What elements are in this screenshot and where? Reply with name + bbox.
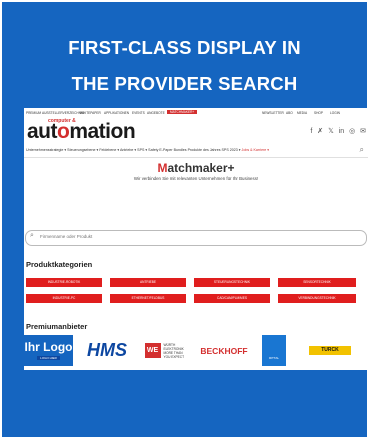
category-navigation: Unternehmensstrategie ▾ Steuerungsebene … xyxy=(26,148,269,152)
website-screenshot: PREMIUM AUSSTELLERVERZEICHNIS WHITEPAPER… xyxy=(24,108,368,370)
top-nav-newsletter[interactable]: NEWSLETTER xyxy=(262,111,284,115)
category-button[interactable]: INDUSTRIE-PC xyxy=(26,294,102,303)
wurth-text: WÜRTH ELEKTRONIK MORE THAN YOU EXPECT xyxy=(163,342,185,359)
catnav-antriebe[interactable]: Antriebe ▾ xyxy=(120,148,136,152)
search-icon: ⌕ xyxy=(30,232,34,239)
catnav-sps[interactable]: SPS ▾ xyxy=(137,148,147,152)
turck-text: TURCK xyxy=(309,346,351,355)
top-nav-ausstellerverzeichnis[interactable]: AUSSTELLERVERZEICHNIS xyxy=(42,111,84,115)
top-nav-applikationen[interactable]: APPLIKATIONEN xyxy=(104,111,129,115)
provider-search-input[interactable] xyxy=(40,234,290,239)
top-nav-events[interactable]: EVENTS xyxy=(132,111,145,115)
top-nav-login[interactable]: LOGIN xyxy=(330,111,340,115)
category-button[interactable]: SENSORTECHNIK xyxy=(278,278,356,287)
catnav-epaper[interactable]: E-Paper xyxy=(159,148,172,152)
mail-icon[interactable]: ✉ xyxy=(360,128,366,135)
category-button[interactable]: INDUSTRIE-ROBOTIK xyxy=(26,278,102,287)
search-icon[interactable]: ⌕ xyxy=(360,145,364,155)
logo-accent: o xyxy=(57,120,70,143)
provider-hms-logo[interactable]: HMS xyxy=(80,335,134,366)
catnav-bundles[interactable]: Bundles xyxy=(174,148,187,152)
top-nav-shop[interactable]: SHOP xyxy=(314,111,323,115)
ihr-logo-text: Ihr Logo xyxy=(24,340,73,354)
linkedin-icon[interactable]: in xyxy=(339,128,344,135)
matchmaker-title: Matchmaker+ xyxy=(24,161,368,175)
provider-rittal-logo[interactable]: RITTAL xyxy=(262,335,286,366)
category-button[interactable]: ANTRIEBE xyxy=(110,278,186,287)
promo-banner: FIRST-CLASS DISPLAY IN THE PROVIDER SEAR… xyxy=(2,2,368,437)
matchmaker-title-initial: M xyxy=(157,161,168,175)
provider-search-bar[interactable]: ⌕ xyxy=(25,230,367,246)
ihr-logo-sub: LOGO HIER xyxy=(37,356,60,360)
instagram-icon[interactable]: ◎ xyxy=(349,128,355,135)
provider-beckhoff-logo[interactable]: BECKHOFF xyxy=(196,335,252,366)
catnav-produkte-des-jahres[interactable]: Produkte des Jahres xyxy=(188,148,221,152)
provider-ihr-logo[interactable]: Ihr Logo LOGO HIER xyxy=(24,335,73,366)
top-navigation: PREMIUM AUSSTELLERVERZEICHNIS WHITEPAPER… xyxy=(24,110,368,117)
catnav-jobs[interactable]: Jobs & Karriere ▾ xyxy=(242,148,270,152)
catnav-steuerungsebene[interactable]: Steuerungsebene ▾ xyxy=(67,148,98,152)
top-nav-abo[interactable]: ABO xyxy=(286,111,293,115)
headline-line-2: THE PROVIDER SEARCH xyxy=(71,73,298,94)
wurth-mark: WE xyxy=(144,343,161,358)
rittal-text: RITTAL xyxy=(268,355,280,360)
catnav-unternehmensstrategie[interactable]: Unternehmensstrategie ▾ xyxy=(26,148,66,152)
premium-providers-heading: Premiumanbieter xyxy=(26,322,88,331)
top-nav-whitepaper[interactable]: WHITEPAPER xyxy=(80,111,101,115)
top-nav-matchmaker-tag[interactable]: MATCHMAKER+ xyxy=(167,110,198,114)
logo-part-1: aut xyxy=(27,120,58,143)
catnav-feldebene[interactable]: Feldebene ▾ xyxy=(99,148,119,152)
top-nav-media[interactable]: MEDIA xyxy=(297,111,307,115)
matchmaker-title-rest: atchmaker+ xyxy=(167,161,235,175)
facebook-icon[interactable]: f xyxy=(310,128,312,135)
catnav-safety[interactable]: Safety xyxy=(148,148,158,152)
category-button[interactable]: CAD/CAM/PLM/MES xyxy=(194,294,270,303)
top-nav-angebote[interactable]: ANGEBOTE xyxy=(147,111,165,115)
provider-turck-logo[interactable]: TURCK xyxy=(306,335,354,366)
divider xyxy=(24,157,368,158)
category-button[interactable]: ETHERNET/FELDBUS xyxy=(110,294,186,303)
x-icon[interactable]: 𝕏 xyxy=(328,128,334,135)
site-logo[interactable]: automation xyxy=(27,120,136,144)
category-button[interactable]: VERBINDUNGSTECHNIK xyxy=(278,294,356,303)
provider-wurth-logo[interactable]: WE WÜRTH ELEKTRONIK MORE THAN YOU EXPECT xyxy=(140,335,190,366)
category-button[interactable]: STEUERUNGSTECHNIK xyxy=(194,278,270,287)
product-categories-heading: Produktkategorien xyxy=(26,260,93,269)
headline-line-1: FIRST-CLASS DISPLAY IN xyxy=(68,37,301,58)
logo-part-2: mation xyxy=(69,120,136,143)
matchmaker-subtitle: Wir verbinden Sie mit relevanten Unterne… xyxy=(133,176,259,181)
top-nav-premium[interactable]: PREMIUM xyxy=(26,111,41,115)
xing-icon[interactable]: ✗ xyxy=(317,128,323,135)
social-links: f ✗ 𝕏 in ◎ ✉ xyxy=(307,127,366,135)
catnav-sps-2023[interactable]: SPS 2023 ▾ xyxy=(222,148,241,152)
